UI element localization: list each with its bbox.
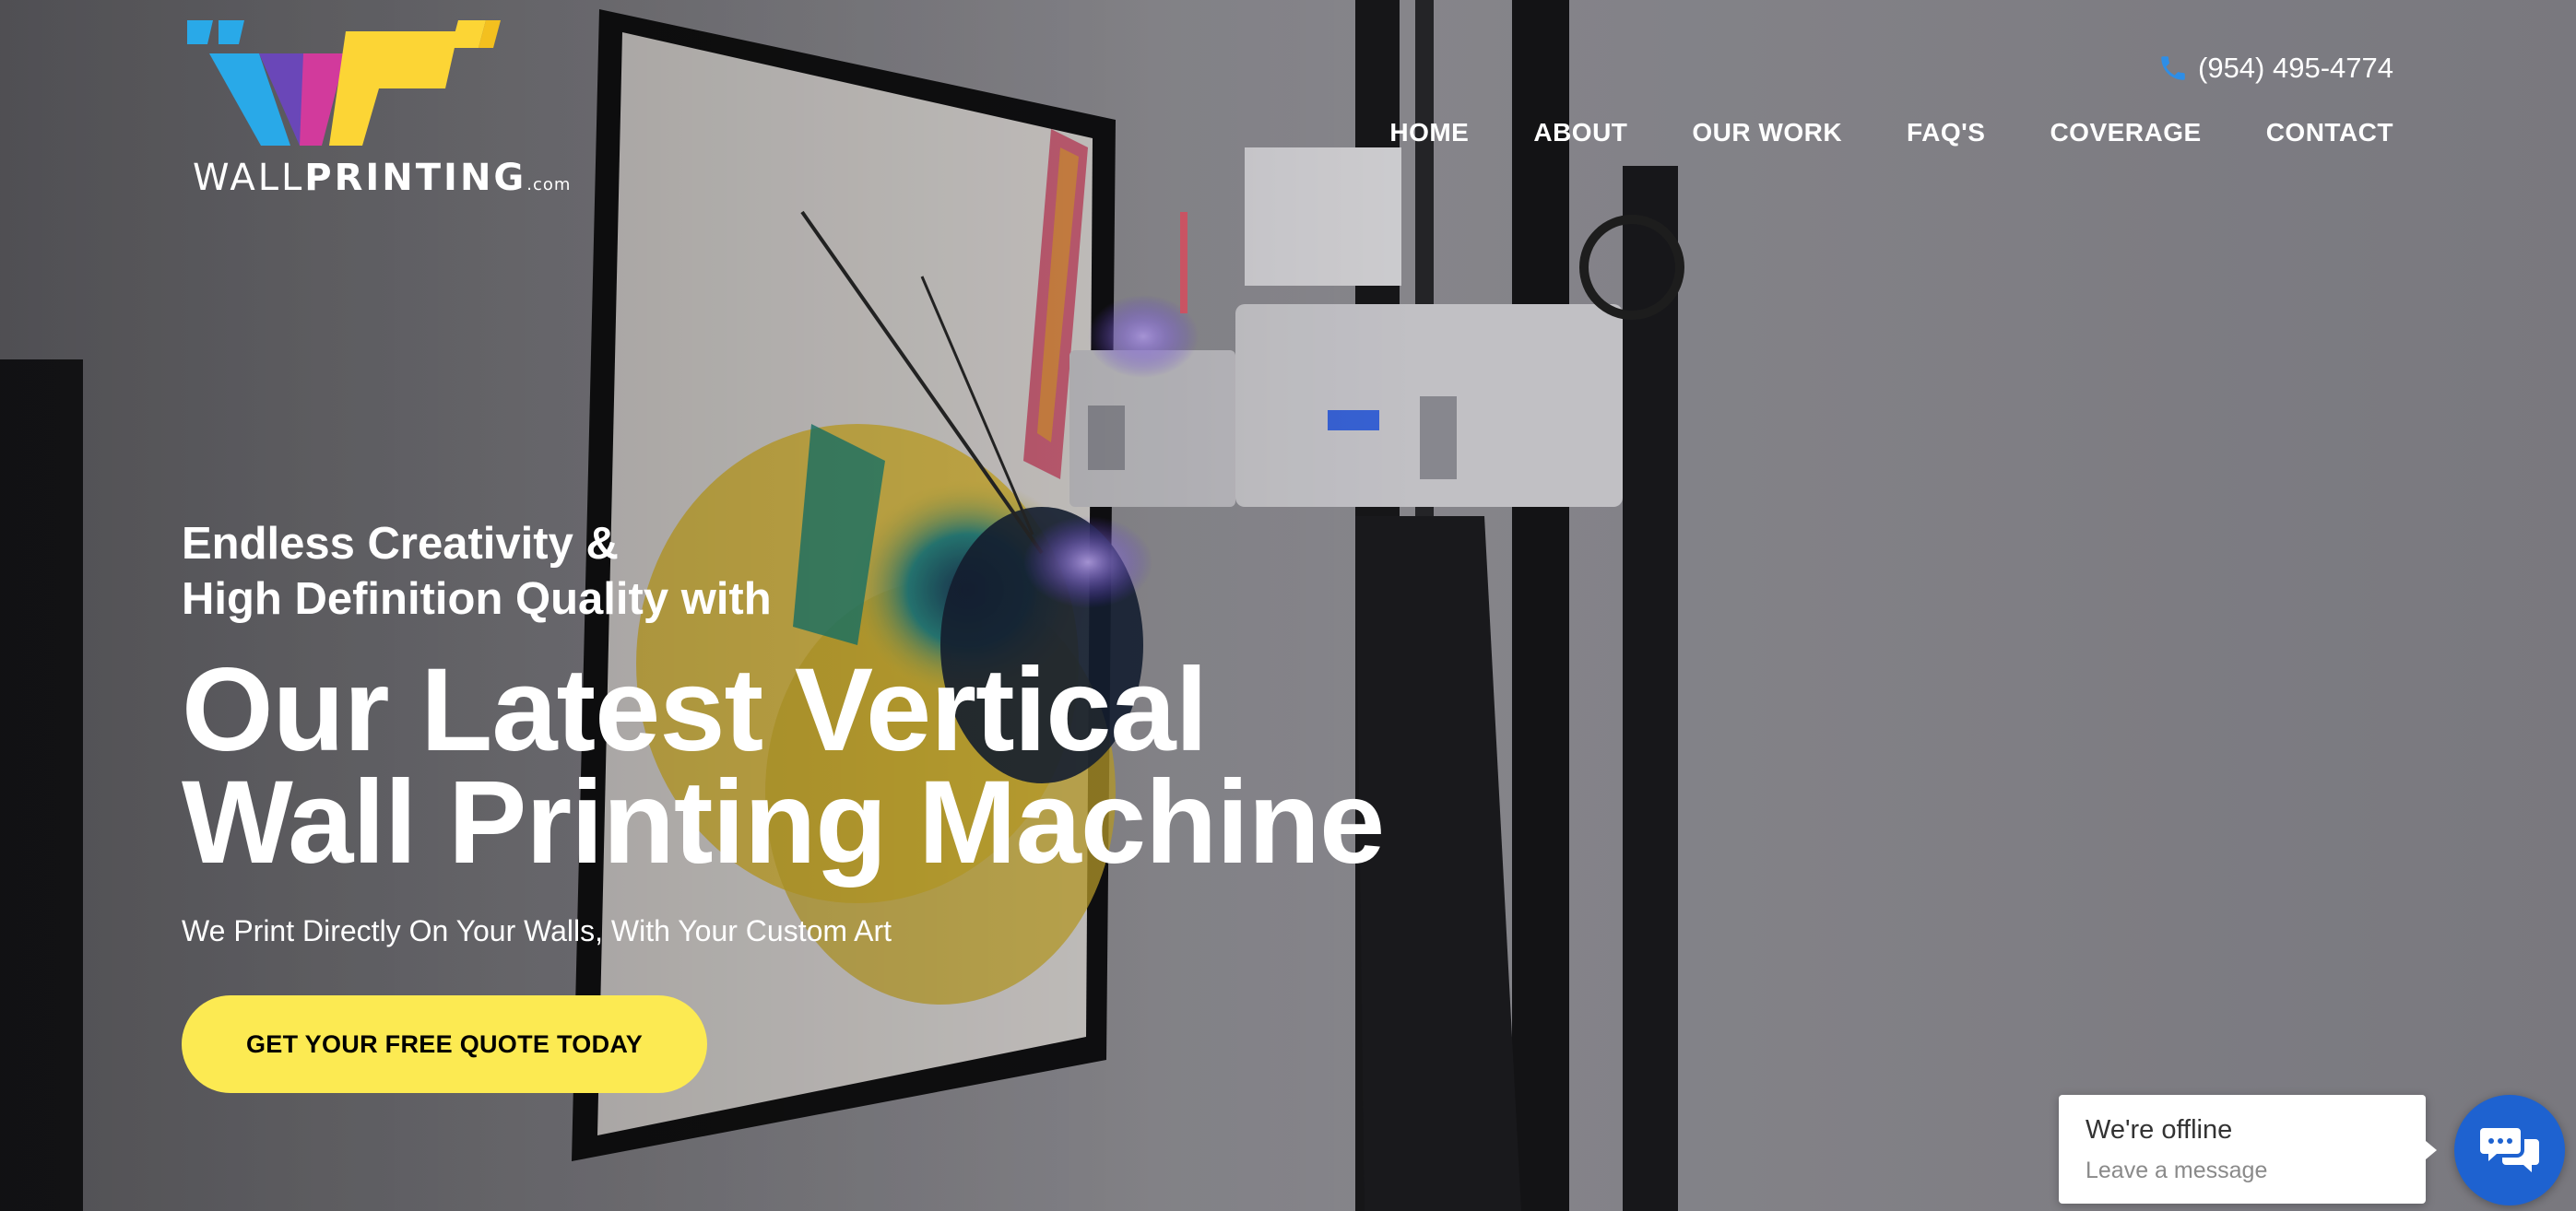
- hero-title-line-2: Wall Printing Machine: [182, 757, 1385, 888]
- site-logo[interactable]: WALLPRINTING.com: [182, 17, 570, 199]
- chat-bubbles-icon: [2480, 1128, 2539, 1172]
- nav-item-faqs[interactable]: FAQ'S: [1907, 118, 1985, 147]
- nav-item-coverage[interactable]: COVERAGE: [2050, 118, 2201, 147]
- hero-lead-line-2: High Definition Quality with: [182, 574, 772, 624]
- nav-item-contact[interactable]: CONTACT: [2266, 118, 2393, 147]
- logo-wordmark: WALLPRINTING.com: [193, 157, 572, 199]
- hero-lead: Endless Creativity & High Definition Qua…: [182, 516, 1384, 627]
- wp-logo-mark-icon: [187, 20, 501, 146]
- hero-lead-line-1: Endless Creativity &: [182, 519, 619, 569]
- phone-icon: [2161, 56, 2185, 80]
- nav-item-about[interactable]: ABOUT: [1533, 118, 1627, 147]
- free-quote-button[interactable]: GET YOUR FREE QUOTE TODAY: [182, 995, 707, 1093]
- chat-leave-message[interactable]: Leave a message: [2086, 1158, 2267, 1184]
- phone-number: (954) 495-4774: [2198, 52, 2393, 84]
- phone-link[interactable]: (954) 495-4774: [2157, 52, 2393, 85]
- hero-subtitle: We Print Directly On Your Walls, With Yo…: [182, 914, 892, 947]
- hero-title: Our Latest Vertical Wall Printing Machin…: [182, 652, 1385, 882]
- hero-section: Endless Creativity & High Definition Qua…: [182, 516, 1385, 948]
- main-navigation: HOME ABOUT OUR WORK FAQ'S COVERAGE CONTA…: [1389, 118, 2393, 147]
- chat-launcher-button[interactable]: [2454, 1095, 2565, 1205]
- nav-item-home[interactable]: HOME: [1389, 118, 1469, 147]
- chat-offline-card[interactable]: We're offline Leave a message: [2059, 1095, 2437, 1204]
- nav-item-our-work[interactable]: OUR WORK: [1692, 118, 1842, 147]
- chat-status: We're offline: [2086, 1115, 2233, 1145]
